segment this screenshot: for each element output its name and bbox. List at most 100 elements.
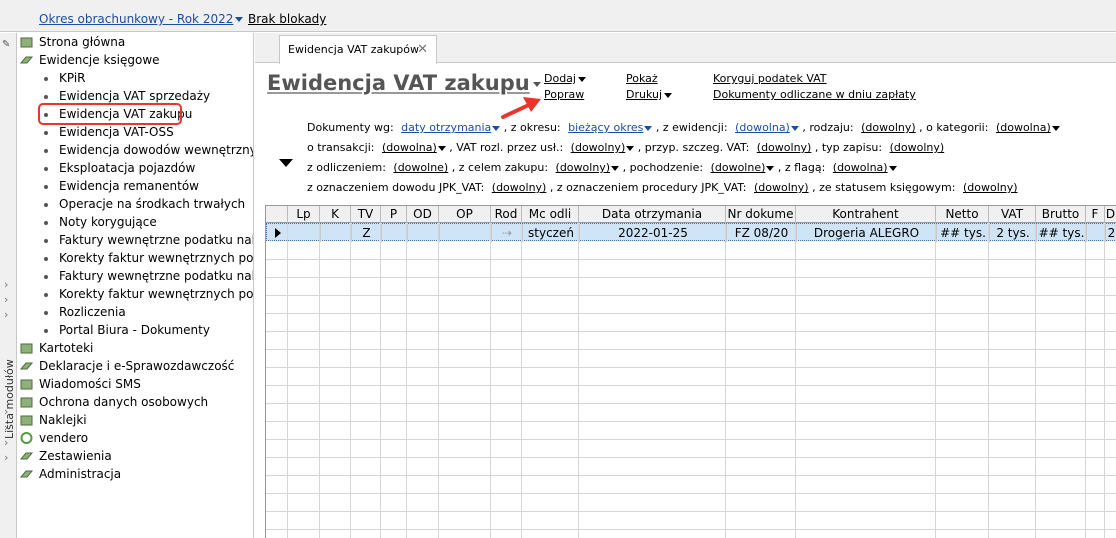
sidebar-item-fixed-assets[interactable]: Operacje na środkach trwałych — [18, 195, 253, 213]
chevron-right-icon[interactable]: › — [4, 278, 8, 291]
column-header[interactable]: VAT — [989, 206, 1036, 223]
grid-column-divider — [521, 223, 522, 538]
payment-day-docs-button[interactable]: Dokumenty odliczane w dniu zapłaty — [713, 88, 916, 101]
column-header[interactable]: F — [1086, 206, 1105, 223]
column-header[interactable]: TV — [351, 206, 381, 223]
filter-purpose[interactable]: (dowolny) — [556, 161, 620, 174]
sidebar-item-kpir[interactable]: KPiR — [18, 69, 253, 87]
filter-label: , o kategorii: — [919, 121, 989, 134]
sidebar-item-declarations[interactable]: Deklaracje i e-Sprawozdawczość — [18, 357, 253, 375]
cell-net: ## tys. — [937, 224, 990, 242]
pin-icon[interactable]: ✎ — [2, 39, 10, 50]
grid-column-divider — [795, 223, 796, 538]
sidebar-item-settlements[interactable]: Rozliczenia — [18, 303, 253, 321]
sidebar-item-data-protection[interactable]: Ochrona danych osobowych — [18, 393, 253, 411]
correct-vat-button[interactable]: Koryguj podatek VAT — [713, 72, 827, 85]
sidebar-item-cards[interactable]: Kartoteki — [18, 339, 253, 357]
column-header[interactable]: Data otrzymania — [579, 206, 726, 223]
column-header[interactable]: Rod — [491, 206, 522, 223]
sidebar-item-home[interactable]: Strona główna — [18, 33, 253, 51]
grid-column-divider — [319, 223, 320, 538]
filter-vat-settlement[interactable]: (dowolny) — [571, 141, 635, 154]
documents-grid[interactable]: Lp K TV P OD OP Rod Mc odli Data otrzyma… — [265, 205, 1116, 538]
module-list-label[interactable]: Lista modułów — [3, 359, 16, 439]
filter-entry-type[interactable]: (dowolny) — [890, 141, 945, 154]
filter-value: (dowolna) — [735, 121, 790, 134]
filter-type[interactable]: (dowolny) — [861, 121, 916, 134]
sidebar-item-internal-docs[interactable]: Ewidencja dowodów wewnętrznych — [18, 141, 253, 159]
lock-status-link[interactable]: Brak blokady — [248, 12, 326, 26]
grid-column-divider — [1085, 223, 1086, 538]
filter-register[interactable]: (dowolna) — [735, 121, 799, 134]
chevron-right-icon[interactable]: › — [4, 293, 8, 306]
filter-jpk-doc[interactable]: (dowolny) — [492, 181, 547, 194]
grid-column-divider — [1104, 223, 1105, 538]
column-header[interactable]: Kontrahent — [796, 206, 936, 223]
sidebar-item-vat-oss[interactable]: Ewidencja VAT-OSS — [18, 123, 253, 141]
sidebar-item-vehicles[interactable]: Eksploatacja pojazdów — [18, 159, 253, 177]
filter-category[interactable]: (dowolna) — [996, 121, 1060, 134]
chevron-down-icon — [577, 76, 586, 82]
sidebar-item-internal-corrections-input[interactable]: Korekty faktur wewnętrznych podatl — [18, 285, 253, 303]
sidebar-item-inventory[interactable]: Ewidencja remanentów — [18, 177, 253, 195]
chevron-down-icon — [492, 125, 501, 131]
filter-jpk-procedure[interactable]: (dowolny) — [754, 181, 809, 194]
filter-accounting-status[interactable]: (dowolny) — [963, 181, 1018, 194]
filter-value: (dowolny) — [555, 161, 611, 174]
bullet-icon — [44, 257, 48, 261]
sidebar-item-internal-corrections-due[interactable]: Korekty faktur wewnętrznych podatl — [18, 249, 253, 267]
column-header[interactable]: Brutto — [1036, 206, 1086, 223]
filter-deduction[interactable]: (dowolne) — [393, 161, 448, 174]
chevron-down-icon — [888, 165, 897, 171]
add-button[interactable]: Dodaj — [544, 72, 586, 85]
close-icon[interactable]: ✕ — [417, 36, 428, 64]
sidebar-item-internal-invoices-input[interactable]: Faktury wewnętrzne podatku naliczc — [18, 267, 253, 285]
period-selector[interactable]: Okres obrachunkowy - Rok 2022 — [39, 12, 244, 26]
sidebar-item-sms[interactable]: Wiadomości SMS — [18, 375, 253, 393]
sidebar-item-stickers[interactable]: Naklejki — [18, 411, 253, 429]
grid-column-divider — [935, 223, 936, 538]
sidebar: Strona główna Ewidencje księgowe KPiR Ew… — [18, 33, 254, 538]
filter-period[interactable]: bieżący okres — [568, 121, 653, 134]
column-header[interactable]: OD — [407, 206, 439, 223]
bullet-icon — [44, 329, 48, 333]
filter-special-vat[interactable]: (dowolny) — [757, 141, 812, 154]
filter-label: , z ewidencji: — [655, 121, 728, 134]
cell-op — [440, 224, 492, 242]
show-button[interactable]: Pokaż — [626, 72, 658, 85]
filter-label: , przyp. szczeg. VAT: — [637, 141, 750, 154]
column-header[interactable]: OP — [439, 206, 491, 223]
tab-vat-purchases[interactable]: Ewidencja VAT zakupów ✕ — [279, 35, 437, 64]
column-header[interactable]: Lp — [288, 206, 320, 223]
column-header[interactable]: P — [381, 206, 407, 223]
filter-transaction[interactable]: (dowolna) — [382, 141, 446, 154]
filter-date-type[interactable]: daty otrzymania — [401, 121, 501, 134]
column-header[interactable]: K — [320, 206, 351, 223]
bullet-icon — [44, 239, 48, 243]
sidebar-item-admin[interactable]: Administracja — [18, 465, 253, 483]
column-header[interactable]: Mc odli — [522, 206, 579, 223]
column-header[interactable]: Nr dokume — [726, 206, 796, 223]
column-header[interactable]: Netto — [936, 206, 989, 223]
filter-value: (dowolna) — [832, 161, 888, 174]
filter-label: , z okresu: — [503, 121, 561, 134]
sidebar-item-credit-notes[interactable]: Noty korygujące — [18, 213, 253, 231]
collapse-filters-icon[interactable] — [279, 159, 293, 167]
column-header[interactable]: D — [1105, 206, 1116, 223]
chevron-down-icon — [766, 165, 775, 171]
sidebar-item-internal-invoices-due[interactable]: Faktury wewnętrzne podatku należn — [18, 231, 253, 249]
filter-label: , rodzaju: — [802, 121, 854, 134]
sidebar-item-ledgers[interactable]: Ewidencje księgowe — [18, 51, 253, 69]
filter-origin[interactable]: (dowolne) — [711, 161, 775, 174]
grid-column-divider — [490, 223, 491, 538]
chevron-right-icon[interactable]: › — [4, 308, 8, 321]
sidebar-item-portal-docs[interactable]: Portal Biura - Dokumenty — [18, 321, 253, 339]
filter-flag[interactable]: (dowolna) — [833, 161, 897, 174]
filter-label: z odliczeniem: — [307, 161, 386, 174]
main-panel: Ewidencja VAT zakupów ✕ Ewidencja VAT za… — [255, 33, 1116, 538]
filter-row-3: z odliczeniem: (dowolne) , z celem zakup… — [307, 159, 897, 177]
sidebar-item-reports[interactable]: Zestawienia — [18, 447, 253, 465]
sidebar-item-vendero[interactable]: vendero — [18, 429, 253, 447]
chevron-right-icon[interactable]: › — [4, 451, 8, 464]
bullet-icon — [44, 221, 48, 225]
